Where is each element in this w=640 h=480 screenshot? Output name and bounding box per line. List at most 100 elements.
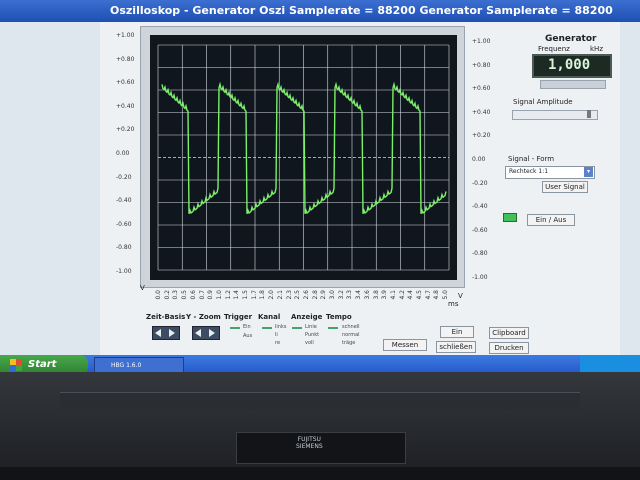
tempo-option-schnell[interactable]: schnell [342,324,360,330]
anzeige-option-linie[interactable]: Linie [305,324,317,330]
arrow-left-icon[interactable] [195,329,201,337]
tempo-option-traege[interactable]: träge [342,340,355,346]
anzeige-option-punkt[interactable]: Punkt [305,332,319,338]
trigger-option-aus[interactable]: Aus [243,333,252,339]
signal-trace [161,81,447,215]
status-led-icon [503,213,517,222]
frequency-stepper[interactable] [540,80,606,89]
y-left-tick: -0.80 [116,244,132,252]
y-right-tick: +0.60 [472,85,491,93]
taskbar-task[interactable]: HBG 1.6.0 [94,357,184,372]
tempo-option-normal[interactable]: normal [342,332,360,338]
trigger-label: Trigger [224,313,253,321]
y-right-tick: -0.60 [472,226,488,234]
v-label-left: V [140,284,145,292]
kanal-option-re[interactable]: re [275,340,280,346]
tempo-label: Tempo [326,313,352,321]
y-left-tick: +1.00 [116,32,135,39]
x-tick: 3.4 [355,290,363,300]
amplitude-slider[interactable] [512,110,598,120]
y-right-tick: -0.40 [472,203,488,211]
y-left-tick: +0.60 [116,79,135,87]
chevron-down-icon[interactable]: ▾ [584,167,593,177]
x-tick: 1.2 [224,290,232,300]
trigger-radio[interactable] [230,327,240,329]
x-tick: 2.6 [302,290,310,300]
arrow-left-icon[interactable] [155,329,161,337]
y-right-tick: 0.00 [472,156,486,163]
signal-form-label: Signal - Form [508,155,555,163]
ein-button[interactable]: Ein [440,326,474,338]
messen-button[interactable]: Messen [383,339,427,351]
x-tick: 1.4 [233,290,241,300]
y-right-tick: -0.80 [472,250,488,258]
tempo-radio[interactable] [328,327,338,329]
x-tick: 2.3 [285,290,293,300]
x-tick: 0.6 [189,290,197,300]
arrow-right-icon[interactable] [169,329,175,337]
taskbar-task-label: HBG 1.6.0 [111,362,142,369]
kanal-radio[interactable] [262,327,272,329]
y-right-tick: -0.20 [472,179,488,187]
brand-label: FUJITSU SIEMENS [296,436,323,450]
generator-title: Generator [545,34,597,44]
x-tick: 0.3 [172,290,180,300]
signal-form-select[interactable]: Rechteck 1:1 ▾ [505,166,595,179]
x-tick: 0.2 [163,290,171,300]
frequency-display[interactable]: 1,000 [532,54,612,78]
window-title: Oszilloskop - Generator Oszi Samplerate … [0,0,640,22]
x-tick: 1.0 [215,290,223,300]
monitor-screen: Oszilloskop - Generator Oszi Samplerate … [0,0,640,372]
x-axis-ticks: 0.0 0.2 0.3 0.5 0.6 0.7 0.9 1.0 1.2 1.4 1.5 1.7 1.8 2… [155,288,455,308]
x-tick: 3.9 [381,290,389,300]
y-left-tick: -0.40 [116,197,132,205]
clipboard-button[interactable]: Clipboard [489,327,529,339]
y-left-tick: 0.00 [116,150,130,157]
y-left-tick: -0.20 [116,173,132,181]
scope-plot [150,35,457,280]
arrow-right-icon[interactable] [209,329,215,337]
y-right-tick: -1.00 [472,274,488,281]
x-tick: 2.8 [311,290,319,300]
anzeige-radio[interactable] [292,327,302,329]
ein-aus-button[interactable]: Ein / Aus [527,214,575,226]
zeit-basis-stepper[interactable] [152,326,180,340]
zeit-basis-label: Zeit-Basis [146,313,186,321]
x-tick: 3.0 [329,290,336,300]
x-tick: 0.0 [155,290,162,300]
v-label-right: V [458,292,463,300]
y-left-tick: -0.60 [116,220,132,228]
anzeige-option-voll[interactable]: voll [305,340,314,346]
ms-label: ms [448,300,459,308]
x-tick: 0.7 [198,290,206,300]
frequency-value: 1,000 [548,57,591,73]
kanal-label: Kanal [258,313,281,321]
x-tick: 0.9 [207,290,215,300]
y-right-tick: +0.80 [472,61,491,69]
kanal-option-li[interactable]: li [275,332,278,338]
x-tick: 4.1 [389,290,397,300]
x-tick: 4.8 [433,290,441,300]
signal-form-value: Rechteck 1:1 [509,168,549,175]
schliessen-button[interactable]: schließen [436,341,476,353]
y-axis-left: +1.00 +0.80 +0.60 +0.40 +0.20 0.00 -0.20 -0.40 -… [112,32,142,282]
x-tick: 0.5 [181,290,189,300]
keyboard [0,467,640,480]
x-tick: 3.8 [372,290,380,300]
slider-thumb[interactable] [587,110,591,118]
y-right-tick: +0.20 [472,132,491,140]
drucken-button[interactable]: Drucken [489,342,529,354]
anzeige-label: Anzeige [291,313,323,321]
x-tick: 4.5 [416,290,423,300]
laptop-bezel: FUJITSU SIEMENS [0,372,640,480]
y-left-tick: +0.80 [116,55,135,63]
kanal-option-links[interactable]: links [275,324,286,330]
x-tick: 5.0 [442,290,450,300]
x-tick: 3.6 [363,290,371,300]
y-zoom-stepper[interactable] [192,326,220,340]
trigger-option-ein[interactable]: Ein [243,324,251,330]
y-zoom-label: Y - Zoom [186,313,221,321]
frequency-unit: kHz [590,45,603,53]
x-tick: 4.7 [424,290,432,300]
user-signal-button[interactable]: User Signal [542,181,588,193]
